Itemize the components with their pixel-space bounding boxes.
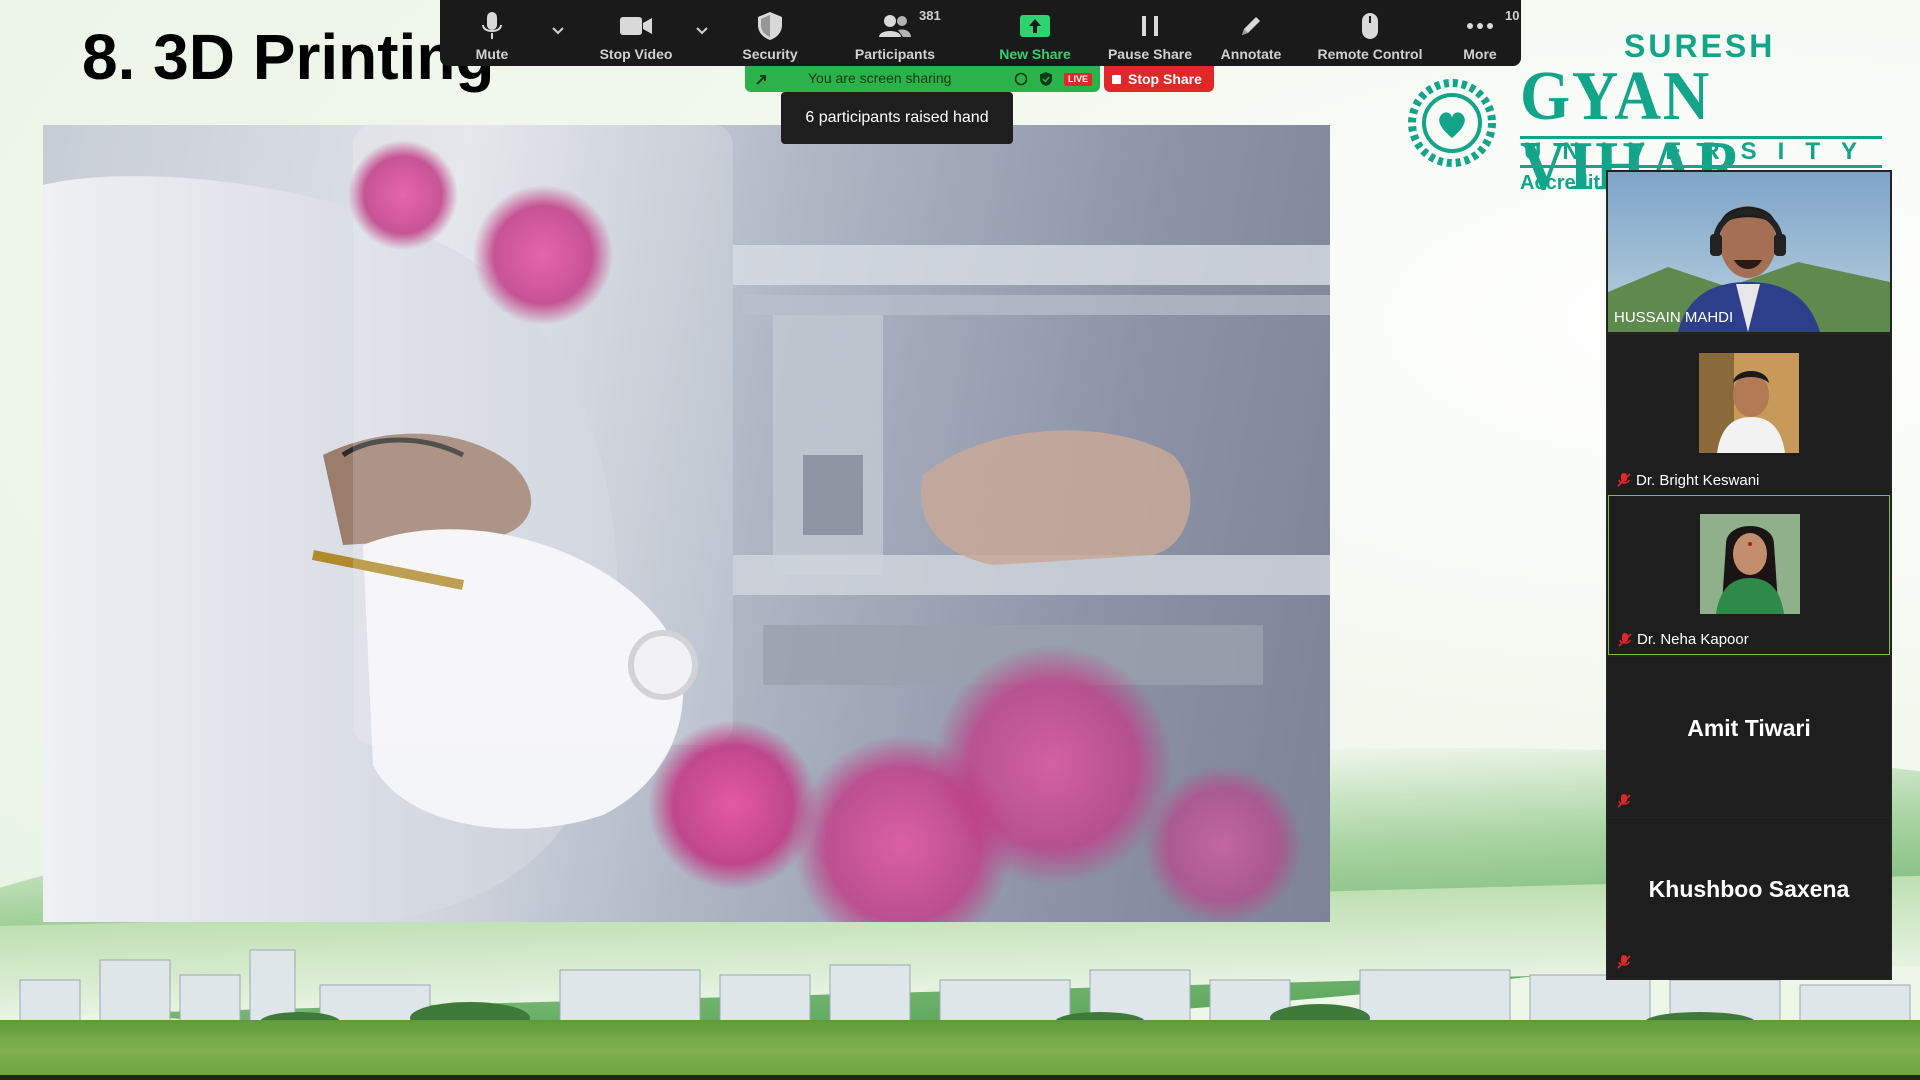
participant-name: Dr. Neha Kapoor: [1637, 631, 1749, 648]
sharing-arrow-icon: [756, 75, 766, 85]
zoom-meeting-toolbar: Mute Stop Video Security Participants 38…: [440, 0, 1521, 66]
stop-share-label: Stop Share: [1128, 71, 1202, 87]
annotate-label: Annotate: [1220, 46, 1282, 62]
more-button[interactable]: More: [1450, 0, 1510, 66]
microphone-icon: [472, 8, 512, 44]
raised-hand-tooltip: 6 participants raised hand: [781, 92, 1013, 144]
screen-sharing-banner[interactable]: You are screen sharing: [745, 66, 1100, 92]
screen-sharing-text: You are screen sharing: [808, 70, 952, 86]
participants-count: 381: [919, 8, 941, 23]
mouse-icon: [1350, 8, 1390, 44]
participant-tile[interactable]: HUSSAIN MAHDI: [1608, 172, 1890, 332]
mute-label: Mute: [475, 46, 509, 62]
new-share-button[interactable]: New Share: [985, 0, 1085, 66]
participant-video-neha: [1700, 514, 1800, 614]
security-label: Security: [742, 46, 798, 62]
pause-share-label: Pause Share: [1107, 46, 1193, 62]
mute-button[interactable]: Mute: [460, 0, 524, 66]
shield-icon: [750, 8, 790, 44]
stop-square-icon: [1112, 74, 1121, 84]
muted-microphone-icon: [1617, 473, 1631, 487]
participant-gallery[interactable]: HUSSAIN MAHDI Dr. Bright Keswani Dr. Neh…: [1606, 170, 1892, 980]
participant-name: Amit Tiwari: [1687, 715, 1811, 741]
encryption-shield-icon: [1040, 72, 1052, 86]
slide-photo-3d-printing: [43, 125, 1330, 922]
participant-video-bright: [1699, 353, 1799, 453]
audio-options-chevron-icon[interactable]: [548, 20, 568, 40]
participant-tile[interactable]: Dr. Neha Kapoor: [1608, 495, 1890, 655]
logo-text-accredited: Accredit: [1520, 172, 1601, 194]
university-emblem-icon: [1408, 79, 1496, 167]
participant-tile[interactable]: Amit Tiwari: [1608, 657, 1890, 817]
pause-icon: [1130, 8, 1170, 44]
participant-name: Khushboo Saxena: [1648, 876, 1850, 902]
muted-microphone-icon: [1617, 955, 1631, 969]
pencil-icon: [1231, 8, 1271, 44]
slide-grass: [0, 1020, 1920, 1080]
security-button[interactable]: Security: [730, 0, 810, 66]
participants-label: Participants: [854, 46, 936, 62]
participant-name: Dr. Bright Keswani: [1636, 472, 1760, 489]
video-camera-icon: [616, 8, 656, 44]
stop-share-button[interactable]: Stop Share: [1104, 66, 1214, 92]
recording-indicator-icon: [1014, 72, 1028, 86]
ellipsis-icon: [1460, 8, 1500, 44]
participants-icon: [875, 8, 915, 44]
remote-control-label: Remote Control: [1317, 46, 1423, 62]
logo-text-university: UNIVERSITY: [1520, 136, 1882, 168]
muted-microphone-icon: [1618, 633, 1632, 647]
slide-title: 8. 3D Printing: [82, 21, 495, 93]
remote-control-button[interactable]: Remote Control: [1305, 0, 1435, 66]
stop-video-label: Stop Video: [599, 46, 673, 62]
more-badge: 10: [1505, 8, 1520, 23]
annotate-button[interactable]: Annotate: [1211, 0, 1291, 66]
participant-name: HUSSAIN MAHDI: [1614, 309, 1734, 326]
pause-share-button[interactable]: Pause Share: [1100, 0, 1200, 66]
stop-video-button[interactable]: Stop Video: [586, 0, 686, 66]
share-up-arrow-icon: [1015, 8, 1055, 44]
live-badge: LIVE: [1064, 73, 1092, 86]
more-label: More: [1463, 46, 1497, 62]
participant-tile[interactable]: Khushboo Saxena: [1608, 818, 1890, 978]
slide-bottom-border: [0, 1075, 1920, 1080]
participant-tile[interactable]: Dr. Bright Keswani: [1608, 335, 1890, 495]
participant-video-hussain: [1608, 172, 1890, 332]
new-share-label: New Share: [999, 46, 1071, 62]
muted-microphone-icon: [1617, 794, 1631, 808]
video-options-chevron-icon[interactable]: [692, 20, 712, 40]
